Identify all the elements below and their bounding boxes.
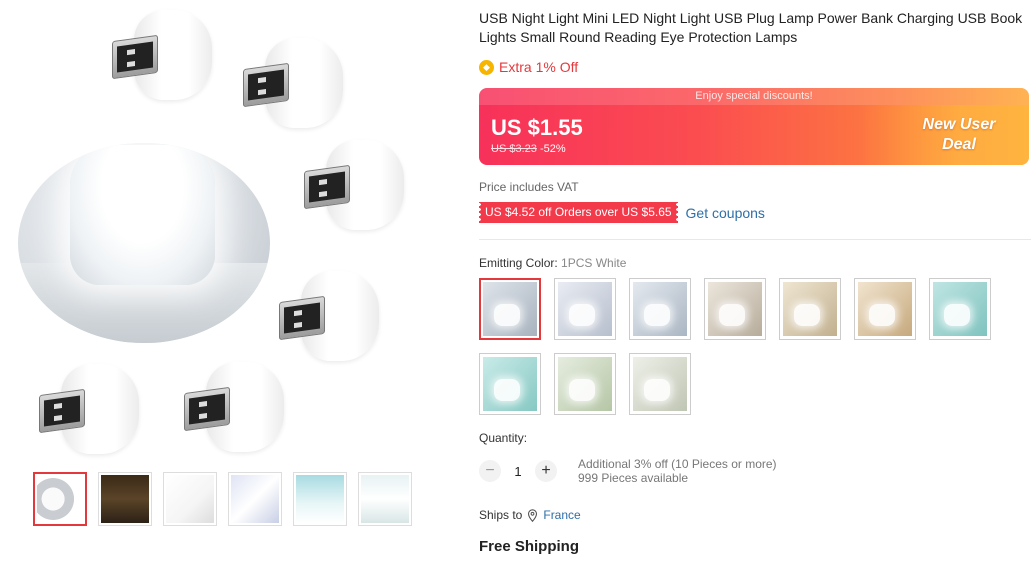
ships-to-row: Ships to France <box>479 508 581 522</box>
stock-available: 999 Pieces available <box>578 471 689 485</box>
usb-lamp-image <box>112 10 212 100</box>
get-coupons-link[interactable]: Get coupons <box>686 205 765 221</box>
color-swatch-2[interactable] <box>554 278 616 340</box>
glowing-lamp <box>70 145 215 285</box>
discount-percent: -52% <box>539 143 566 155</box>
vat-note: Price includes VAT <box>479 180 579 194</box>
extra-discount: ◆ Extra 1% Off <box>479 59 578 75</box>
location-pin-icon <box>528 508 538 522</box>
color-swatch-6[interactable] <box>854 278 916 340</box>
thumbnail-4[interactable] <box>228 472 282 526</box>
color-swatch-10[interactable] <box>629 353 691 415</box>
usb-lamp-image <box>304 140 404 230</box>
color-swatch-4[interactable] <box>704 278 766 340</box>
color-swatch-7[interactable] <box>929 278 991 340</box>
color-swatch-9[interactable] <box>554 353 616 415</box>
color-swatches <box>479 278 999 415</box>
ships-to-label: Ships to <box>479 508 523 522</box>
new-user-deal-label: New User Deal <box>909 115 1009 155</box>
lamp-closeup-photo <box>18 143 270 343</box>
extra-discount-label: Extra 1% Off <box>499 59 579 75</box>
price-banner: Enjoy special discounts! US $1.55 US $3.… <box>479 88 1029 165</box>
original-price-row: US $3.23 -52% <box>491 143 566 155</box>
usb-lamp-image <box>184 362 284 452</box>
thumbnail-strip <box>33 472 412 526</box>
quantity-plus-button[interactable]: + <box>535 460 557 482</box>
color-swatch-5[interactable] <box>779 278 841 340</box>
color-label-text: Emitting Color: <box>479 256 558 270</box>
thumbnail-5[interactable] <box>293 472 347 526</box>
deal-line-1: New User <box>922 116 996 133</box>
discount-strip: Enjoy special discounts! <box>479 88 1029 105</box>
bulk-discount-note: Additional 3% off (10 Pieces or more) <box>578 457 777 471</box>
product-title: USB Night Light Mini LED Night Light USB… <box>479 10 1023 45</box>
color-swatch-8[interactable] <box>479 353 541 415</box>
deal-line-2: Deal <box>942 136 976 153</box>
quantity-input[interactable]: 1 <box>501 464 535 479</box>
thumbnail-2[interactable] <box>98 472 152 526</box>
usb-lamp-image <box>39 364 139 454</box>
ship-destination-link[interactable]: France <box>543 508 580 522</box>
quantity-stepper: − 1 + Additional 3% off (10 Pieces or mo… <box>479 457 777 485</box>
color-selected-value: 1PCS White <box>561 256 627 270</box>
coin-icon: ◆ <box>479 59 494 75</box>
thumbnail-1[interactable] <box>33 472 87 526</box>
usb-lamp-image <box>279 271 379 361</box>
quantity-label: Quantity: <box>479 431 528 445</box>
free-shipping: Free Shipping <box>479 538 580 555</box>
thumbnail-6[interactable] <box>358 472 412 526</box>
thumbnail-3[interactable] <box>163 472 217 526</box>
color-swatch-3[interactable] <box>629 278 691 340</box>
quantity-info: Additional 3% off (10 Pieces or more) 99… <box>578 457 777 485</box>
divider <box>479 239 1031 240</box>
color-label: Emitting Color: 1PCS White <box>479 256 626 270</box>
original-price: US $3.23 <box>491 143 537 155</box>
color-swatch-1[interactable] <box>479 278 541 340</box>
coupon-badge[interactable]: US $4.52 off Orders over US $5.65 <box>478 202 679 223</box>
usb-lamp-image <box>243 38 343 128</box>
main-product-image[interactable] <box>0 0 445 462</box>
quantity-minus-button[interactable]: − <box>479 460 501 482</box>
current-price: US $1.55 <box>491 115 583 140</box>
coupon-row: US $4.52 off Orders over US $5.65 Get co… <box>478 202 765 223</box>
